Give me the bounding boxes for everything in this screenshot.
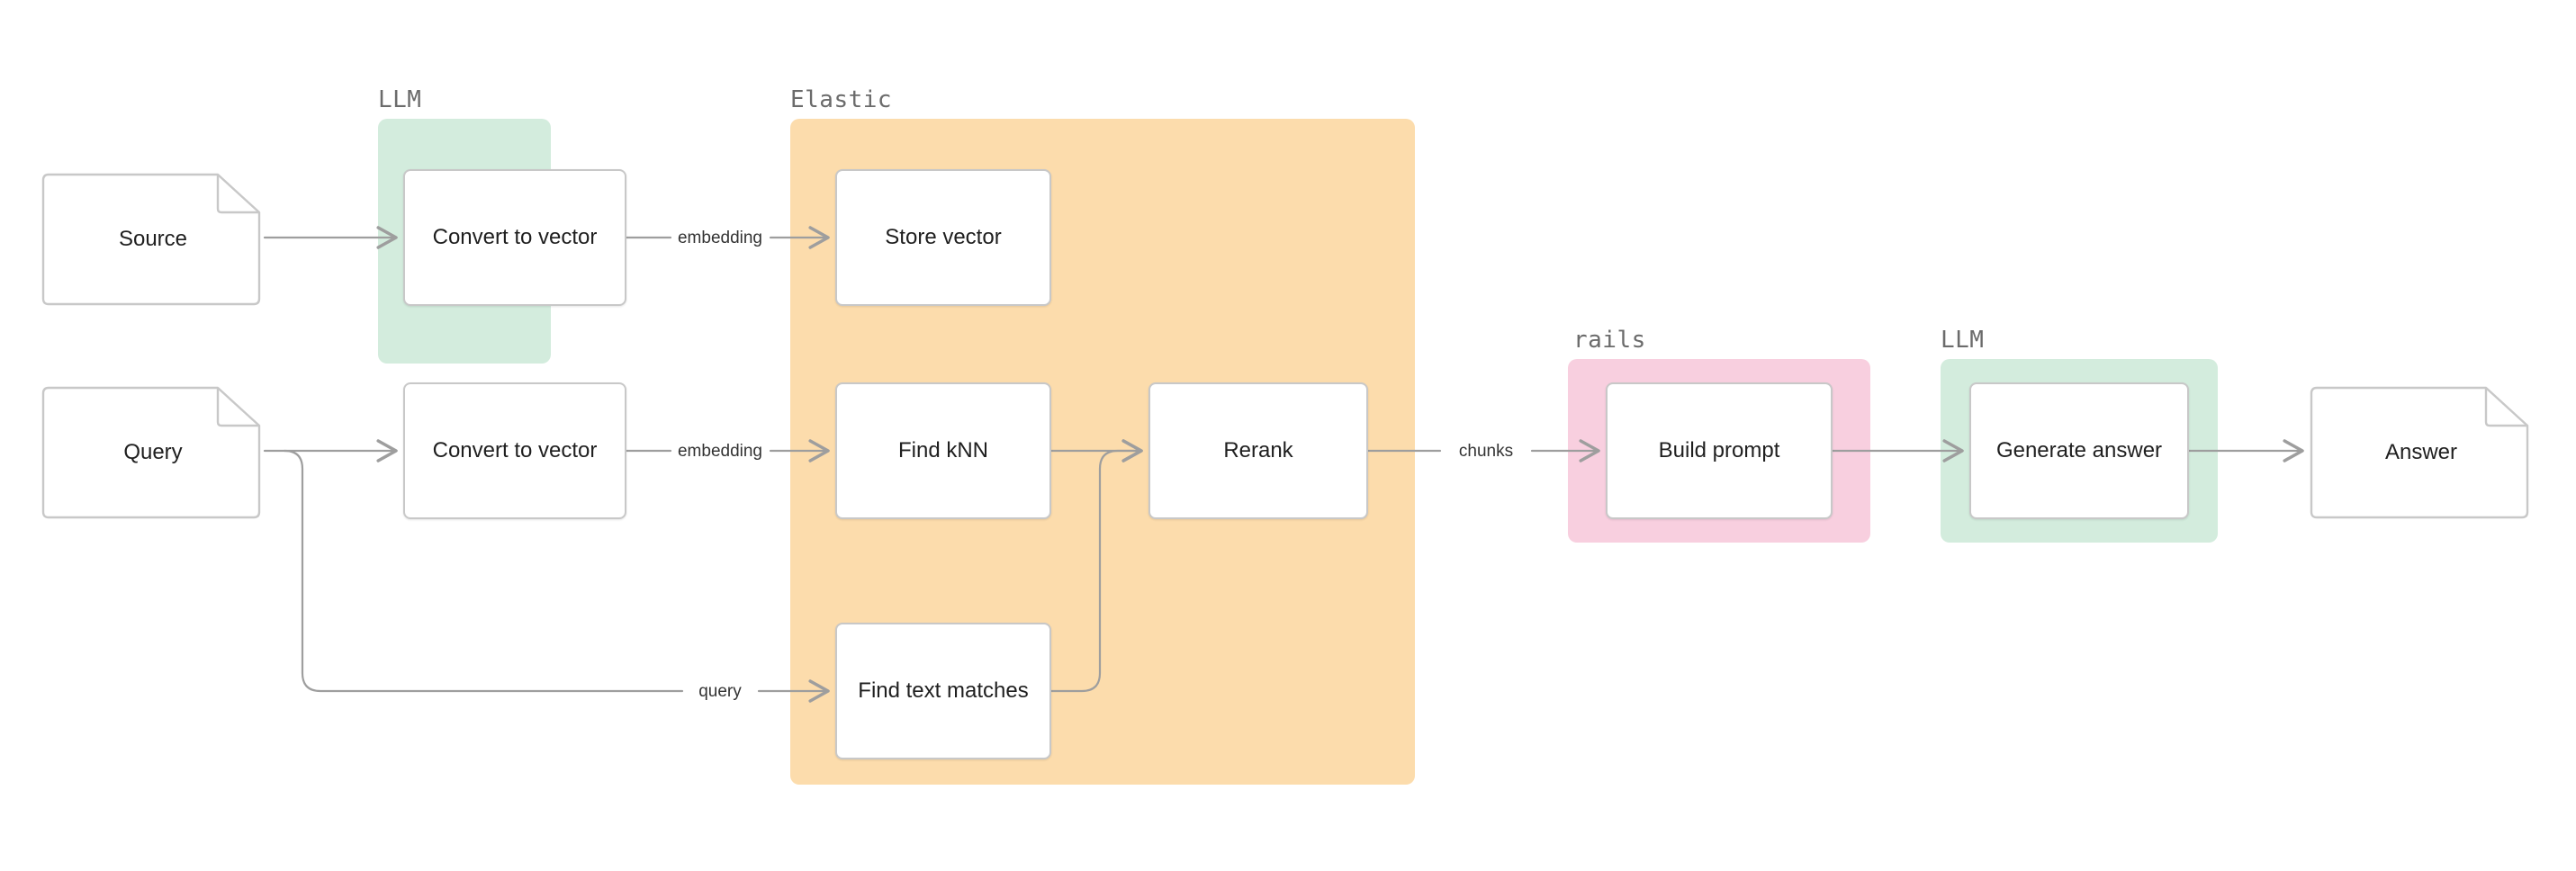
node-convert-to-vector-source[interactable]: Convert to vector [403,169,626,306]
node-generate-answer[interactable]: Generate answer [1969,382,2189,519]
edge-label-chunks: chunks [1453,442,1519,462]
diagram-canvas: LLM Elastic rails LLM embedding embeddin… [0,0,2576,871]
document-label-source: Source [118,227,188,251]
node-label-generate-answer: Generate answer [1995,437,2163,462]
group-label-llm-answer: LLM [1941,327,1985,354]
document-node-query[interactable]: Query [41,382,265,519]
node-find-text-matches[interactable]: Find text matches [835,623,1051,759]
node-label-build-prompt: Build prompt [1658,437,1780,462]
document-node-source[interactable]: Source [41,169,265,306]
node-label-find-text-matches: Find text matches [858,678,1029,703]
document-node-answer[interactable]: Answer [2310,382,2533,519]
group-label-llm-ingest: LLM [378,86,422,113]
group-label-elastic: Elastic [790,86,893,113]
edge-label-embedding-bottom: embedding [671,442,769,462]
node-rerank[interactable]: Rerank [1148,382,1368,519]
node-convert-to-vector-query[interactable]: Convert to vector [403,382,626,519]
document-label-query: Query [123,440,183,464]
node-store-vector[interactable]: Store vector [835,169,1051,306]
node-label-store-vector: Store vector [885,224,1002,249]
edge-label-embedding-top: embedding [671,229,769,248]
group-label-rails: rails [1573,327,1646,354]
node-find-knn[interactable]: Find kNN [835,382,1051,519]
document-label-answer: Answer [2384,440,2458,464]
node-label-convert-to-vector-query: Convert to vector [432,437,598,462]
node-label-rerank: Rerank [1223,437,1293,462]
edge-label-query: query [693,682,747,702]
node-build-prompt[interactable]: Build prompt [1606,382,1833,519]
node-label-convert-to-vector-source: Convert to vector [432,224,598,249]
node-label-find-knn: Find kNN [897,437,989,462]
